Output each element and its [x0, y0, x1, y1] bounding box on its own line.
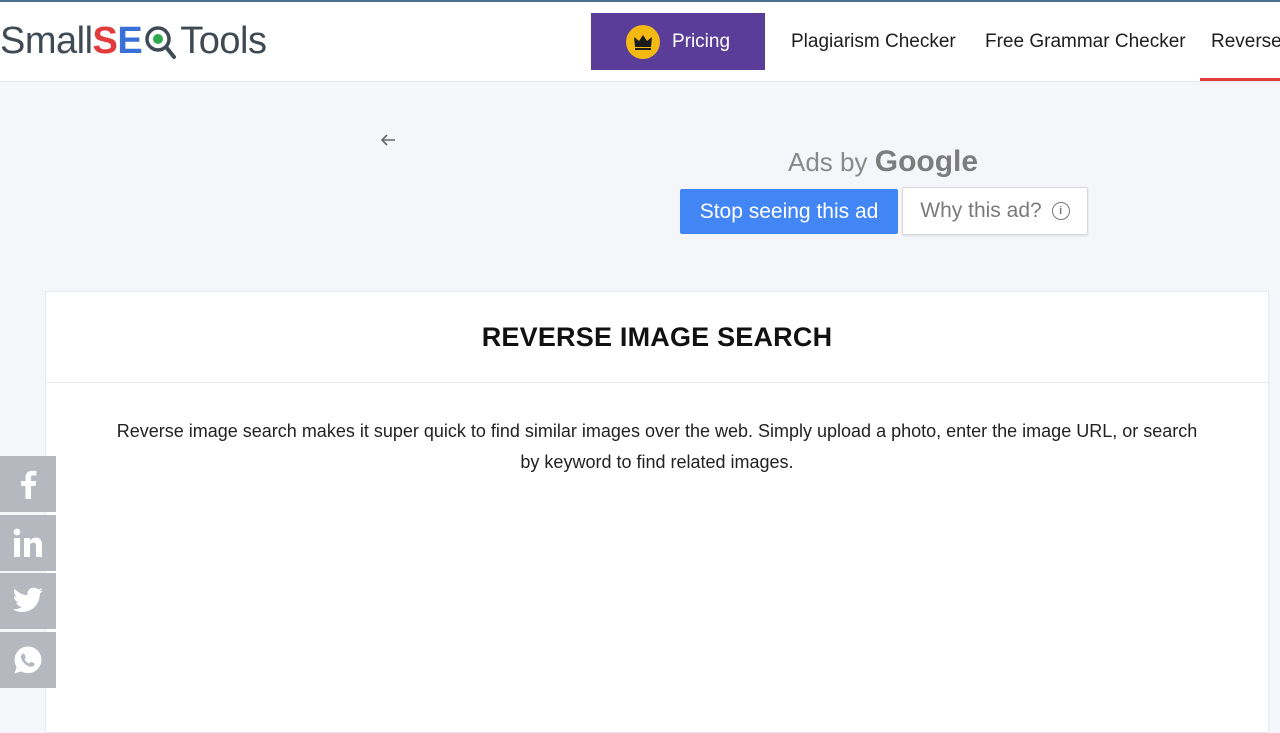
logo-text-small: Small — [0, 19, 93, 62]
share-whatsapp-button[interactable] — [0, 632, 56, 688]
whatsapp-icon — [14, 646, 42, 674]
logo-text-tools: Tools — [180, 19, 267, 62]
why-this-ad-label: Why this ad? — [920, 199, 1042, 222]
tool-description: Reverse image search makes it super quic… — [116, 421, 1198, 472]
facebook-icon — [21, 470, 37, 499]
google-wordmark: Google — [874, 145, 979, 178]
share-twitter-button[interactable] — [0, 573, 56, 629]
magnifier-logo-icon — [145, 26, 177, 59]
stop-seeing-ad-button[interactable]: Stop seeing this ad — [680, 189, 898, 234]
nav-plagiarism-checker[interactable]: Plagiarism Checker — [791, 2, 956, 81]
pricing-label: Pricing — [671, 30, 731, 52]
ads-by-label: Ads by — [788, 147, 868, 177]
why-this-ad-button[interactable]: Why this ad? i — [902, 187, 1088, 235]
info-icon: i — [1051, 202, 1070, 220]
site-logo[interactable]: Small SE Tools — [0, 16, 267, 66]
linkedin-icon — [13, 528, 42, 557]
share-facebook-button[interactable] — [0, 456, 56, 512]
share-linkedin-button[interactable] — [0, 515, 56, 571]
twitter-icon — [12, 587, 43, 612]
ads-by-google: Ads by Google — [788, 145, 978, 179]
nav-free-grammar-checker[interactable]: Free Grammar Checker — [985, 2, 1186, 81]
crown-icon — [625, 24, 660, 59]
logo-text-seo: SE — [92, 19, 143, 62]
nav-active-indicator — [1200, 78, 1280, 81]
page-title: REVERSE IMAGE SEARCH — [46, 292, 1268, 383]
arrow-left-icon[interactable] — [378, 128, 398, 152]
pricing-button[interactable]: Pricing — [591, 13, 765, 70]
nav-reverse-image-search[interactable]: Reverse — [1211, 2, 1280, 81]
tool-card: REVERSE IMAGE SEARCH Reverse image searc… — [45, 291, 1269, 733]
site-header: Small SE Tools Pricing Plagiarism Checke… — [0, 2, 1280, 82]
